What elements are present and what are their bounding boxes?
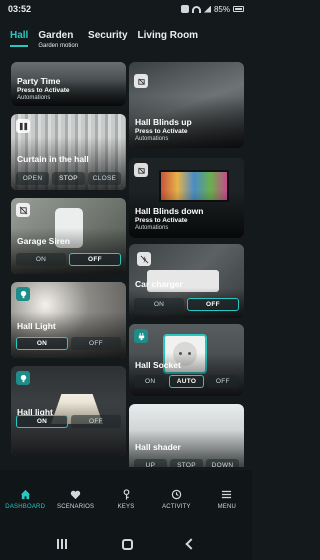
curtain-icon xyxy=(16,119,30,133)
off-button[interactable]: OFF xyxy=(69,253,121,266)
key-icon xyxy=(123,488,129,500)
card-title: Party Time xyxy=(17,76,61,86)
device-grid[interactable]: Party Time Press to Activate Automations… xyxy=(0,62,252,467)
history-icon xyxy=(171,489,182,499)
nav-label: DASHBOARD xyxy=(5,503,46,510)
card-title: Garage Siren xyxy=(17,236,70,246)
off-button[interactable]: OFF xyxy=(187,298,239,311)
nav-label: SCENARIOS xyxy=(57,503,95,510)
nav-label: MENU xyxy=(217,503,237,510)
tab-label: Living Room xyxy=(137,30,199,41)
card-title: Hall Light xyxy=(17,321,56,331)
tab-label: Garden xyxy=(38,30,74,41)
close-button[interactable]: CLOSE xyxy=(88,172,121,185)
room-tabs: Hall Garden Garden motion Security Livin… xyxy=(0,24,252,58)
stop-button[interactable]: STOP xyxy=(52,172,85,185)
up-button[interactable]: UP xyxy=(134,459,167,467)
notification-icon xyxy=(180,5,189,13)
home-button[interactable] xyxy=(122,538,133,550)
card-category: Automations xyxy=(17,95,51,101)
back-button[interactable] xyxy=(185,538,197,550)
card-title: Hall shader xyxy=(135,442,181,452)
card-title: Hall Socket xyxy=(135,360,181,370)
tab-security[interactable]: Security xyxy=(88,24,127,42)
heart-icon xyxy=(70,490,81,499)
lightbulb-icon xyxy=(16,287,30,301)
scene-icon xyxy=(134,74,148,88)
device-card-hall-shader[interactable]: Hall shader UP STOP DOWN xyxy=(129,404,244,467)
card-title: Hall Blinds down xyxy=(135,206,204,216)
shader-controls: UP STOP DOWN xyxy=(134,459,239,467)
card-subtitle: Press to Activate xyxy=(17,87,70,94)
card-subtitle: Press to Activate xyxy=(135,128,188,135)
scene-card-blinds-up[interactable]: Hall Blinds up Press to Activate Automat… xyxy=(129,62,244,148)
recent-apps-button[interactable] xyxy=(57,539,68,549)
off-button[interactable]: OFF xyxy=(206,375,239,388)
nav-label: ACTIVITY xyxy=(162,503,191,510)
charger-off-icon xyxy=(137,252,151,266)
off-button[interactable]: OFF xyxy=(71,337,121,350)
card-title: Hall Blinds up xyxy=(135,117,192,127)
tab-label: Hall xyxy=(10,30,29,41)
tab-living-room[interactable]: Living Room xyxy=(138,24,199,42)
on-button[interactable]: ON xyxy=(16,415,68,428)
battery-level: 85% xyxy=(213,4,230,14)
device-card-garage-siren[interactable]: Garage Siren ON OFF xyxy=(11,198,126,274)
system-navigation-bar xyxy=(0,528,252,560)
device-card-car-charger[interactable]: Car charger ON OFF xyxy=(129,244,244,318)
plug-icon xyxy=(134,329,148,343)
on-button[interactable]: ON xyxy=(134,298,184,311)
down-button[interactable]: DOWN xyxy=(206,459,239,467)
clock: 03:52 xyxy=(8,4,32,14)
home-icon xyxy=(20,489,30,499)
menu-icon xyxy=(222,490,232,498)
device-card-hall-light-1[interactable]: Hall Light ON OFF xyxy=(11,282,126,358)
curtain-controls: OPEN STOP CLOSE xyxy=(16,172,121,185)
card-title: Car charger xyxy=(135,279,183,289)
card-category: Automations xyxy=(135,136,169,142)
lightbulb-icon xyxy=(16,371,30,385)
battery-icon xyxy=(233,6,244,12)
scene-card-blinds-down[interactable]: Hall Blinds down Press to Activate Autom… xyxy=(129,158,244,238)
nav-keys[interactable]: KEYS xyxy=(101,470,151,528)
open-button[interactable]: OPEN xyxy=(16,172,49,185)
on-button[interactable]: ON xyxy=(16,337,68,350)
stop-button[interactable]: STOP xyxy=(170,459,203,467)
on-button[interactable]: ON xyxy=(16,253,66,266)
device-card-curtain[interactable]: Curtain in the hall OPEN STOP CLOSE xyxy=(11,114,126,190)
status-bar: 03:52 85% xyxy=(0,0,252,18)
charger-controls: ON OFF xyxy=(134,298,239,311)
bottom-navigation: DASHBOARD SCENARIOS KEYS ACTIVITY MENU xyxy=(0,470,252,528)
on-button[interactable]: ON xyxy=(134,375,167,388)
card-category: Automations xyxy=(135,225,169,231)
nav-label: KEYS xyxy=(117,503,135,510)
scene-icon xyxy=(134,163,148,177)
auto-button[interactable]: AUTO xyxy=(169,375,204,388)
tab-label: Security xyxy=(88,30,128,41)
card-subtitle: Press to Activate xyxy=(135,217,188,224)
wifi-icon xyxy=(191,5,201,13)
light-controls: ON OFF xyxy=(16,415,121,428)
nav-activity[interactable]: ACTIVITY xyxy=(151,470,201,528)
tab-sublabel: Garden motion xyxy=(38,43,79,49)
card-title: Curtain in the hall xyxy=(17,154,89,164)
nav-menu[interactable]: MENU xyxy=(202,470,252,528)
device-card-hall-socket[interactable]: Hall Socket ON AUTO OFF xyxy=(129,324,244,396)
socket-controls: ON AUTO OFF xyxy=(134,375,239,388)
nav-scenarios[interactable]: SCENARIOS xyxy=(50,470,100,528)
scene-card-party-time[interactable]: Party Time Press to Activate Automations xyxy=(11,62,126,106)
nav-dashboard[interactable]: DASHBOARD xyxy=(0,470,50,528)
siren-controls: ON OFF xyxy=(16,253,121,266)
siren-off-icon xyxy=(16,203,30,217)
signal-icon xyxy=(203,5,211,13)
off-button[interactable]: OFF xyxy=(71,415,121,428)
device-card-hall-light-2[interactable]: Hall light ON OFF xyxy=(11,366,126,456)
tab-garden[interactable]: Garden Garden motion xyxy=(38,24,78,50)
status-icons: 85% xyxy=(180,4,244,14)
light-controls: ON OFF xyxy=(16,337,121,350)
tab-hall[interactable]: Hall xyxy=(10,24,29,47)
